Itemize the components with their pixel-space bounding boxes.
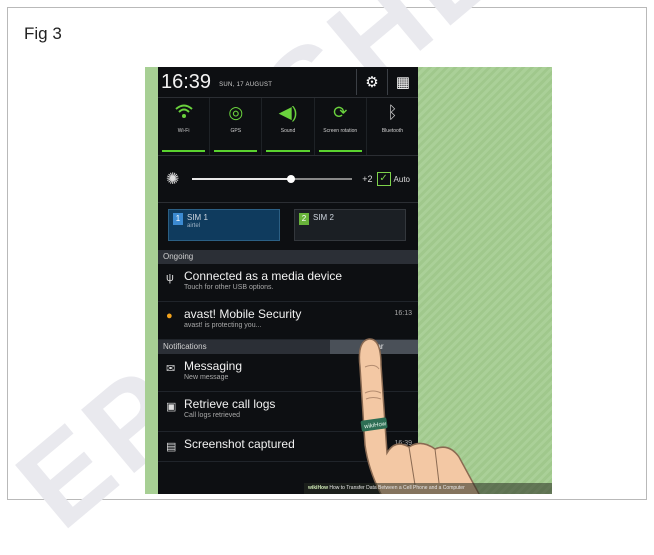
brightness-row: ✺ +2 ✓ Auto	[158, 156, 418, 203]
usb-icon: ψ	[166, 272, 174, 284]
toggle-wifi[interactable]: Wi-Fi	[158, 98, 211, 155]
brightness-knob[interactable]	[287, 175, 296, 183]
notification-subtitle: Call logs retrieved	[184, 412, 241, 419]
notification-usb[interactable]: ψ Connected as a media device Touch for …	[158, 264, 418, 302]
toggle-label: GPS	[230, 128, 242, 134]
toggle-label: Sound	[280, 128, 296, 134]
sim-1-button[interactable]: 1 SIM 1 airtel	[168, 209, 280, 241]
figure-label: Fig 3	[24, 24, 62, 43]
wikihow-caption: wikiHow How to Transfer Data Between a C…	[304, 483, 552, 494]
toggle-label: Bluetooth	[381, 128, 403, 134]
auto-brightness-checkbox[interactable]: ✓	[376, 172, 391, 186]
notification-subtitle: Touch for other USB options.	[184, 284, 274, 291]
notifications-label: Notifications	[163, 342, 207, 351]
pointing-hand: wikiHow	[358, 338, 480, 494]
toggle-bluetooth[interactable]: ᛒ Bluetooth	[367, 98, 418, 155]
notification-title: Screenshot captured	[184, 437, 295, 451]
call-log-icon: ▣	[166, 401, 177, 413]
sim-badge: 1	[173, 213, 183, 225]
toggle-label: Wi-Fi	[177, 128, 190, 134]
sim-2-button[interactable]: 2 SIM 2	[294, 209, 406, 241]
notification-time: 16:13	[394, 310, 412, 317]
brightness-fill	[192, 178, 292, 180]
brightness-icon: ✺	[166, 171, 180, 188]
sim-name: SIM 1	[187, 213, 208, 222]
settings-icon[interactable]: ⚙	[356, 69, 387, 95]
brightness-slider[interactable]	[192, 175, 353, 183]
brightness-value: +2	[362, 174, 373, 184]
toggle-rotation[interactable]: ⟳ Screen rotation	[315, 98, 367, 155]
toggle-label: Screen rotation	[323, 128, 358, 134]
illustration: 16:39 SUN, 17 AUGUST ⚙ ▦ Wi-Fi ◎ GPS ◀)	[145, 67, 552, 494]
toggle-sound[interactable]: ◀) Sound	[262, 98, 315, 155]
notification-title: Messaging	[184, 359, 243, 373]
bluetooth-icon: ᛒ	[387, 103, 398, 122]
auto-label: Auto	[393, 174, 410, 184]
sim-carrier: airtel	[187, 223, 201, 229]
status-bar: 16:39 SUN, 17 AUGUST ⚙ ▦	[158, 67, 418, 98]
avast-icon: ●	[166, 310, 173, 322]
gps-icon: ◎	[228, 103, 244, 122]
sim-name: SIM 2	[313, 213, 334, 222]
grid-icon[interactable]: ▦	[387, 69, 418, 95]
message-icon: ✉	[166, 363, 176, 375]
toggle-gps[interactable]: ◎ GPS	[210, 98, 263, 155]
clock: 16:39	[161, 70, 212, 93]
notification-title: avast! Mobile Security	[184, 307, 302, 321]
sim-badge: 2	[299, 213, 309, 225]
notification-title: Connected as a media device	[184, 269, 343, 283]
quick-settings: Wi-Fi ◎ GPS ◀) Sound ⟳ Screen rotation ᛒ…	[158, 98, 418, 156]
notification-subtitle: New message	[184, 374, 229, 381]
notification-title: Retrieve call logs	[184, 397, 276, 411]
sim-selector: 1 SIM 1 airtel 2 SIM 2	[158, 203, 418, 243]
date: SUN, 17 AUGUST	[219, 81, 273, 88]
caption-text: How to Transfer Data Between a Cell Phon…	[329, 485, 465, 491]
wifi-icon	[174, 102, 193, 124]
caption-brand: wikiHow	[308, 485, 329, 491]
sound-icon: ◀)	[278, 103, 298, 122]
screenshot-icon: ▤	[166, 441, 177, 453]
rotation-icon: ⟳	[333, 103, 348, 122]
ongoing-header: Ongoing	[158, 250, 418, 264]
notification-subtitle: avast! is protecting you...	[184, 322, 262, 329]
